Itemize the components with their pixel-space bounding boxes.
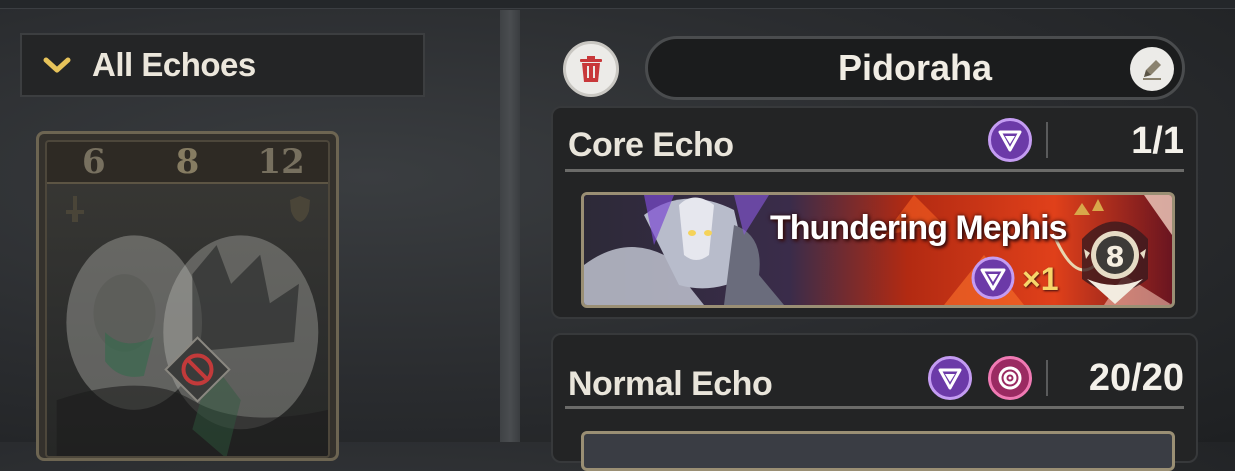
echo-filter-dropdown[interactable]: All Echoes [20, 33, 425, 97]
top-border [0, 0, 1235, 9]
moonlit-clouds-sonata-icon [988, 356, 1032, 400]
card-stat-left: 6 [82, 142, 106, 182]
card-stat-mid: 8 [175, 142, 200, 182]
echo-multiplier: ×1 [1022, 261, 1059, 297]
preset-name-bar: Pidoraha [645, 36, 1185, 100]
shield-icon [288, 194, 312, 229]
section-title: Core Echo [568, 126, 734, 164]
preset-name: Pidoraha [837, 47, 993, 88]
delete-preset-button[interactable] [563, 41, 619, 97]
panel-divider [500, 10, 520, 442]
pencil-icon [1143, 60, 1161, 80]
section-underline [565, 169, 1184, 172]
edit-name-button[interactable] [1130, 47, 1174, 91]
echo-card[interactable]: 6 8 12 [36, 131, 339, 461]
core-echo-slot[interactable]: Thundering Mephis ×1 8 [581, 192, 1175, 308]
echo-cost-badge: 8 [1082, 221, 1148, 304]
forbidden-icon [164, 336, 231, 403]
normal-echo-section: Normal Echo 20/20 [551, 333, 1198, 471]
trash-icon [580, 56, 602, 82]
void-thunder-sonata-icon [971, 256, 1015, 300]
section-title: Normal Echo [568, 365, 773, 403]
core-echo-count: 1/1 [1131, 120, 1184, 162]
normal-echo-slot[interactable] [581, 431, 1175, 471]
filter-label: All Echoes [92, 46, 256, 83]
card-stats: 6 8 12 [47, 142, 328, 184]
echo-cost-value: 8 [1105, 240, 1124, 273]
card-frame: 6 8 12 [45, 140, 330, 458]
section-underline [565, 406, 1184, 409]
sword-icon [63, 194, 87, 229]
echo-portrait-image [56, 235, 328, 456]
echo-name: Thundering Mephis [770, 209, 1068, 247]
separator [1046, 122, 1048, 158]
chevron-down-icon [22, 55, 92, 75]
void-thunder-sonata-icon [988, 118, 1032, 162]
core-echo-section: Core Echo 1/1 Thundering Mephis ×1 8 [551, 106, 1198, 319]
void-thunder-sonata-icon [928, 356, 972, 400]
separator [1046, 360, 1048, 396]
card-stat-right: 12 [257, 142, 305, 182]
normal-echo-count: 20/20 [1088, 357, 1184, 399]
